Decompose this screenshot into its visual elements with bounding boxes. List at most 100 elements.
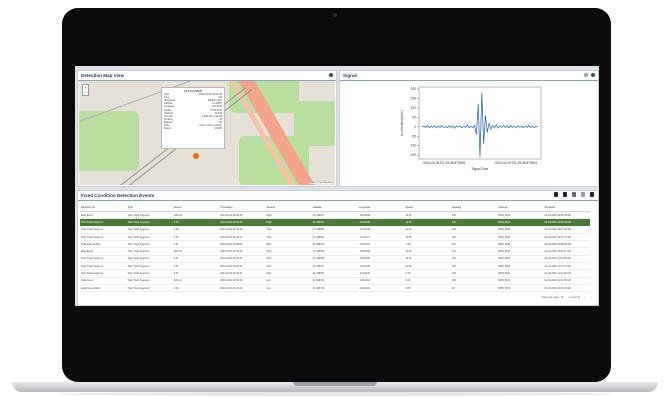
table-row[interactable]: Road Event Train Track Segment DAS 11 2024-… xyxy=(80,277,590,285)
table-cell: F 30 xyxy=(172,269,220,278)
table-cell: -104.9434 xyxy=(358,277,405,285)
detection-marker-icon[interactable] xyxy=(193,153,199,159)
popup-row: Status 10.000 xyxy=(164,127,222,130)
table-cell: MHN_BQS xyxy=(497,269,544,278)
y-axis-label: Acceleration(m/s²) xyxy=(400,110,404,136)
table-cell: 12.60 xyxy=(404,211,451,220)
next-page-button[interactable]: › xyxy=(591,296,592,299)
table-cell: -104.9436 xyxy=(358,255,405,264)
map-panel-title: Detection Map View xyxy=(81,73,125,78)
x-axis-label: Signal Time xyxy=(472,167,489,171)
download-icon[interactable] xyxy=(554,192,558,197)
table-cell: 21.348594 xyxy=(311,233,359,242)
table-cell: 21.348702 xyxy=(311,277,359,285)
table-row[interactable]: Equipment Activity Train Track Segment F 3… xyxy=(80,284,590,293)
columns-icon[interactable] xyxy=(581,192,585,197)
y-tick-label: 150 xyxy=(411,96,417,100)
table-row[interactable]: Train Track Segment Train Track Segment F … xyxy=(80,218,590,227)
table-cell: -104.9437 xyxy=(358,233,405,242)
table-cell: 0.85 xyxy=(404,284,451,293)
table-cell: DAS 04 xyxy=(172,211,220,220)
column-header[interactable]: Severity xyxy=(265,204,312,212)
column-header[interactable]: Timestamp xyxy=(219,204,266,212)
table-row[interactable]: Pedestrian Activity Train Track Segment F … xyxy=(80,240,590,249)
table-row[interactable]: Train Track Segment Train Track Segment F … xyxy=(80,262,590,271)
settings-icon[interactable] xyxy=(329,73,333,77)
table-cell: Low xyxy=(265,284,312,293)
laptop-shadow xyxy=(60,392,610,396)
table-cell: F 18 xyxy=(172,218,220,227)
table-cell: -104.9438 xyxy=(358,218,405,227)
table-cell: 21.348580 xyxy=(311,226,359,234)
settings-icon[interactable] xyxy=(591,73,595,77)
table-cell: 01-04-2024 10:57:15 AM xyxy=(543,233,590,242)
column-header[interactable]: Latitude xyxy=(311,204,359,212)
table-cell: 11.90 xyxy=(404,262,451,271)
table-cell: Train Track Segment xyxy=(126,255,173,264)
y-tick-label: 0 xyxy=(414,125,416,129)
table-cell: 2024-04-04 01:29:52 xyxy=(219,240,266,249)
detection-popup: DLS TAS SPAN Date 2024-04-04T16:36:49 Type… xyxy=(161,87,225,149)
table-row[interactable]: Main Event Train Track Segment DAS 04 2024-… xyxy=(80,247,590,256)
column-header[interactable]: Received xyxy=(543,204,590,212)
y-tick-label: 100 xyxy=(411,106,417,110)
table-cell: Train Track Segment xyxy=(80,262,127,271)
table-row[interactable]: Train Track Segment Train Track Segment F … xyxy=(80,226,590,234)
table-row[interactable]: Train Track Segment Train Track Segment F … xyxy=(80,255,590,264)
column-header[interactable]: Heading xyxy=(450,204,498,212)
table-cell: 330 xyxy=(450,262,498,271)
filter-icon[interactable] xyxy=(572,192,576,197)
table-cell: 01-04-2024 11:03:29 AM xyxy=(543,284,590,293)
table-cell: 4.20 xyxy=(404,277,451,285)
column-header[interactable]: Type xyxy=(126,204,173,212)
table-cell: Train Track Segment xyxy=(126,211,173,220)
app-screen: Detection Map View + − DLS TAS SPAN Date… xyxy=(75,66,599,306)
table-cell: 12.10 xyxy=(404,255,451,264)
table-cell: 21.348571 xyxy=(311,218,359,227)
table-toolbar xyxy=(554,192,594,197)
table-cell: Low xyxy=(265,277,312,285)
table-cell: Train Track Segment xyxy=(126,247,173,256)
table-cell: 329 xyxy=(450,226,498,234)
zoom-out-button[interactable]: − xyxy=(83,90,88,95)
settings-icon[interactable] xyxy=(590,192,594,197)
column-header[interactable]: Longitude xyxy=(358,204,405,212)
table-cell: 21.348690 xyxy=(311,269,359,278)
table-cell: 12.80 xyxy=(404,247,451,256)
table-cell: High xyxy=(265,247,312,256)
table-cell: F 21 xyxy=(172,233,220,242)
column-header[interactable]: Source xyxy=(172,204,220,212)
prev-page-button[interactable]: ‹ xyxy=(585,296,586,299)
table-cell: 2024-04-04 01:30:18 xyxy=(219,255,266,264)
column-header[interactable]: Detection ID xyxy=(80,204,127,212)
map-view[interactable]: + − DLS TAS SPAN Date 2024-04-04T16:36:49… xyxy=(79,81,335,185)
table-cell: 329 xyxy=(450,269,498,278)
table-cell: 01-04-2024 11:00:09 AM xyxy=(543,255,590,264)
table-cell: Train Track Segment xyxy=(80,233,127,242)
y-tick-label: -100 xyxy=(410,144,417,148)
table-cell: 21.348655 xyxy=(311,255,359,264)
y-tick-label: -50 xyxy=(411,134,416,138)
column-header[interactable]: Speed xyxy=(404,204,451,212)
rows-per-page[interactable]: Rows per page: 10 xyxy=(542,296,564,299)
table-cell: Train Track Segment xyxy=(126,269,173,278)
table-body: Main Event Train Track Segment DAS 04 2024-… xyxy=(80,211,590,293)
table-cell: MHN_BQS xyxy=(497,240,544,249)
table-row[interactable]: Train Track Segment Train Track Segment F … xyxy=(80,269,590,278)
print-icon[interactable] xyxy=(563,192,567,197)
popup-rows: Date 2024-04-04T16:36:49 Type M4 Magnitude Me… xyxy=(164,93,222,130)
table-row[interactable]: Main Event Train Track Segment DAS 04 2024-… xyxy=(80,211,590,220)
column-header[interactable]: Channel xyxy=(497,204,544,212)
table-cell: -104.9435 xyxy=(358,262,405,271)
table-cell: 330 xyxy=(450,233,498,242)
table-cell: 2024-04-04 01:30:05 xyxy=(219,247,266,256)
table-cell: 21.348639 xyxy=(311,247,359,256)
zoom-control[interactable]: + − xyxy=(82,84,89,96)
expand-icon[interactable] xyxy=(584,73,588,77)
table-cell: 2024-04-04 01:30:31 xyxy=(219,269,266,278)
table-cell: DAS 04 xyxy=(172,247,220,256)
table-row[interactable]: Train Track Segment Train Track Segment F … xyxy=(80,233,590,242)
table-cell: -104.9434 xyxy=(358,284,405,293)
table-cell: 21.348719 xyxy=(311,284,359,293)
table-cell: Train Track Segment xyxy=(126,262,173,271)
